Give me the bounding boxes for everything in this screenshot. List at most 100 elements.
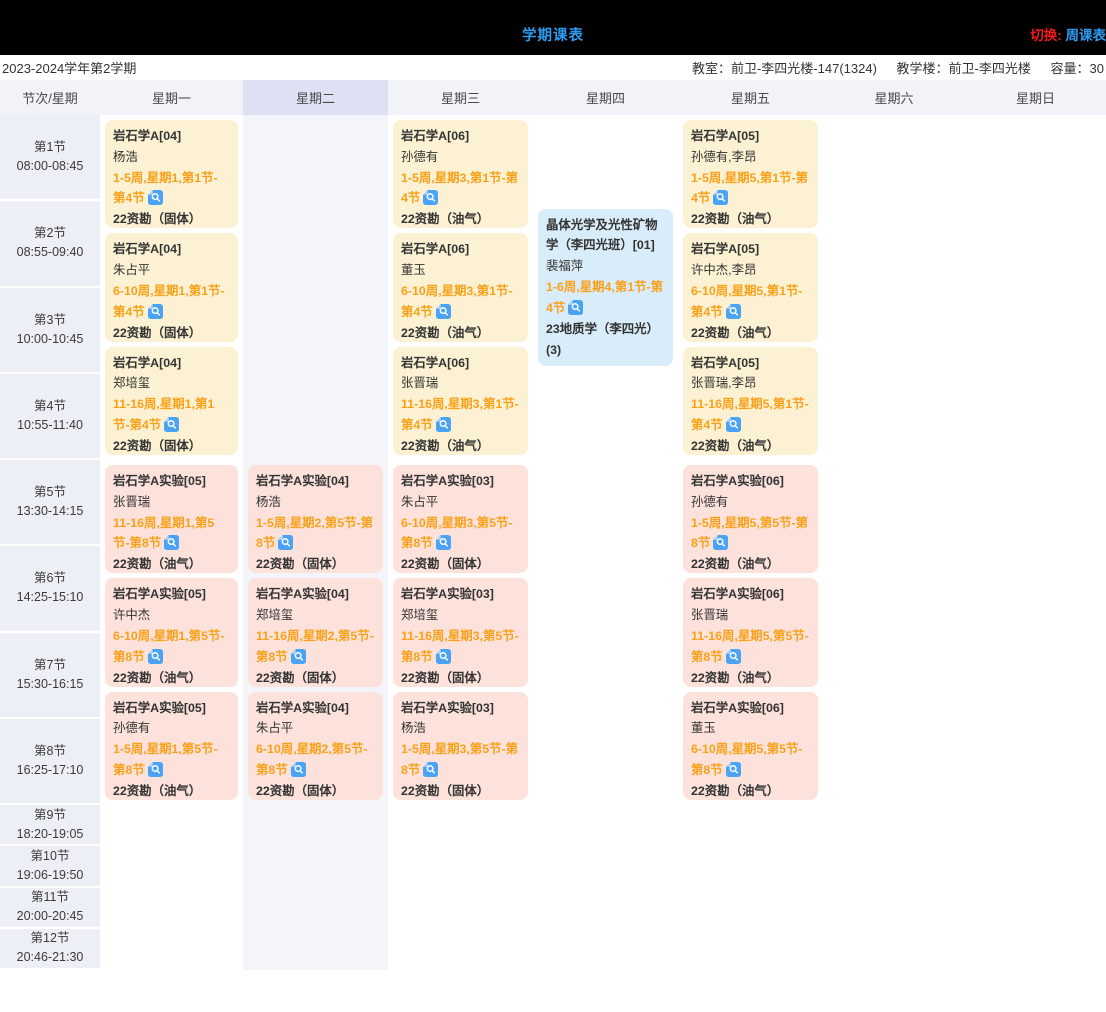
schedule-table: 节次/星期 星期一 星期二 星期三 星期四 星期五 星期六 星期日 第1节08:… (0, 80, 1106, 970)
course-class: 22资勘（油气）02(22) (401, 436, 520, 455)
course-schedule: 11-16周,星期1,第5节-第8节 (113, 513, 230, 555)
course-schedule: 6-10周,星期1,第1节-第4节 (113, 281, 230, 323)
course-card[interactable]: 岩石学A实验[04] 朱占平 6-10周,星期2,第5节-第8节 22资勘（固体… (248, 692, 383, 800)
course-schedule-text: 1-5周,星期1,第5节-第8节 (113, 742, 218, 777)
course-title: 岩石学A[06] (401, 239, 520, 260)
course-teacher: 杨浩 (113, 147, 230, 168)
course-card[interactable]: 岩石学A实验[05] 许中杰 6-10周,星期1,第5节-第8节 22资勘（油气… (105, 578, 238, 686)
course-card[interactable]: 岩石学A实验[04] 郑培玺 11-16周,星期2,第5节-第8节 22资勘（固… (248, 578, 383, 686)
magnifier-icon[interactable] (148, 649, 163, 664)
course-card[interactable]: 岩石学A实验[03] 杨浩 1-5周,星期3,第5节-第8节 22资勘（固体）0… (393, 692, 528, 800)
course-schedule-text: 1-5周,星期3,第1节-第4节 (401, 171, 518, 206)
period-name: 第9节 (34, 806, 66, 825)
course-card[interactable]: 岩石学A实验[06] 董玉 6-10周,星期5,第5节-第8节 22资勘（油气）… (683, 692, 818, 800)
magnifier-icon[interactable] (436, 649, 451, 664)
period-time: 14:25-15:10 (17, 588, 84, 607)
course-title: 岩石学A[05] (691, 353, 810, 374)
magnifier-icon[interactable] (713, 190, 728, 205)
magnifier-icon[interactable] (423, 762, 438, 777)
course-schedule-text: 11-16周,星期2,第5节-第8节 (256, 629, 374, 664)
course-teacher: 张晋瑞 (113, 492, 230, 513)
course-card[interactable]: 岩石学A实验[05] 孙德有 1-5周,星期1,第5节-第8节 22资勘（油气）… (105, 692, 238, 800)
term-info-bar: 2023-2024学年第2学期 教室：前卫-李四光楼-147(1324) 教学楼… (0, 55, 1106, 80)
course-schedule: 1-5周,星期1,第5节-第8节 (113, 739, 230, 781)
course-teacher: 朱占平 (113, 260, 230, 281)
magnifier-icon[interactable] (291, 762, 306, 777)
period-name: 第6节 (34, 569, 66, 588)
course-card[interactable]: 岩石学A[04] 郑培玺 11-16周,星期1,第1节-第4节 22资勘（固体）… (105, 347, 238, 455)
course-schedule: 6-10周,星期1,第5节-第8节 (113, 626, 230, 668)
magnifier-icon[interactable] (164, 417, 179, 432)
course-title: 岩石学A[06] (401, 353, 520, 374)
course-card[interactable]: 岩石学A[05] 张晋瑞,李昂 11-16周,星期5,第1节-第4节 22资勘（… (683, 347, 818, 455)
course-schedule-text: 6-10周,星期5,第5节-第8节 (691, 742, 803, 777)
course-card[interactable]: 岩石学A实验[05] 张晋瑞 11-16周,星期1,第5节-第8节 22资勘（油… (105, 465, 238, 573)
course-schedule: 6-10周,星期3,第5节-第8节 (401, 513, 520, 555)
room-value: 前卫-李四光楼-147(1324) (731, 61, 877, 76)
magnifier-icon[interactable] (568, 300, 583, 315)
course-teacher: 裴福萍 (546, 256, 665, 277)
course-title: 岩石学A实验[05] (113, 584, 230, 605)
magnifier-icon[interactable] (278, 535, 293, 550)
course-card[interactable]: 岩石学A[05] 孙德有,李昂 1-5周,星期5,第1节-第4节 22资勘（油气… (683, 120, 818, 228)
course-schedule: 11-16周,星期3,第5节-第8节 (401, 626, 520, 668)
course-card[interactable]: 岩石学A[06] 董玉 6-10周,星期3,第1节-第4节 22资勘（油气）02… (393, 233, 528, 341)
capacity-value: 30 (1090, 61, 1104, 76)
course-card[interactable]: 岩石学A[06] 孙德有 1-5周,星期3,第1节-第4节 22资勘（油气）02… (393, 120, 528, 228)
magnifier-icon[interactable] (291, 649, 306, 664)
app-header: 学期课表 切换: 周课表 (0, 0, 1106, 55)
magnifier-icon[interactable] (148, 762, 163, 777)
period-name: 第8节 (34, 742, 66, 761)
course-card[interactable]: 岩石学A实验[04] 杨浩 1-5周,星期2,第5节-第8节 22资勘（固体）0… (248, 465, 383, 573)
period-name: 第11节 (31, 888, 69, 907)
course-card[interactable]: 岩石学A[04] 杨浩 1-5周,星期1,第1节-第4节 22资勘（固体）02(… (105, 120, 238, 228)
slot-fri-afternoon: 岩石学A实验[06] 孙德有 1-5周,星期5,第5节-第8节 22资勘（油气）… (678, 460, 823, 805)
course-schedule: 11-16周,星期5,第5节-第8节 (691, 626, 810, 668)
period-time: 16:25-17:10 (17, 761, 84, 780)
course-teacher: 张晋瑞 (691, 605, 810, 626)
magnifier-icon[interactable] (164, 535, 179, 550)
magnifier-icon[interactable] (423, 190, 438, 205)
course-card[interactable]: 岩石学A实验[06] 张晋瑞 11-16周,星期5,第5节-第8节 22资勘（油… (683, 578, 818, 686)
course-class: 22资勘（固体）01(22) (401, 781, 520, 800)
magnifier-icon[interactable] (436, 417, 451, 432)
day-header-wed: 星期三 (388, 80, 533, 115)
course-title: 岩石学A[06] (401, 126, 520, 147)
course-class: 22资勘（固体）02(22) (113, 323, 230, 342)
magnifier-icon[interactable] (726, 304, 741, 319)
period-name: 第10节 (31, 847, 70, 866)
course-card[interactable]: 岩石学A[05] 许中杰,李昂 6-10周,星期5,第1节-第4节 22资勘（油… (683, 233, 818, 341)
course-card[interactable]: 晶体光学及光性矿物学（李四光班）[01] 裴福萍 1-6周,星期4,第1节-第4… (538, 209, 673, 367)
course-class: 23地质学（李四光）(3) (546, 319, 665, 361)
course-teacher: 孙德有,李昂 (691, 147, 810, 168)
course-schedule-text: 6-10周,星期3,第5节-第8节 (401, 516, 513, 551)
course-card[interactable]: 岩石学A实验[06] 孙德有 1-5周,星期5,第5节-第8节 22资勘（油气）… (683, 465, 818, 573)
period-name: 第1节 (34, 138, 66, 157)
course-card[interactable]: 岩石学A实验[03] 郑培玺 11-16周,星期3,第5节-第8节 22资勘（固… (393, 578, 528, 686)
magnifier-icon[interactable] (436, 304, 451, 319)
magnifier-icon[interactable] (726, 649, 741, 664)
course-class: 22资勘（油气）02(22) (691, 668, 810, 687)
day-header-sun: 星期日 (965, 80, 1106, 115)
magnifier-icon[interactable] (726, 417, 741, 432)
course-title: 岩石学A实验[04] (256, 471, 375, 492)
course-card[interactable]: 岩石学A实验[03] 朱占平 6-10周,星期3,第5节-第8节 22资勘（固体… (393, 465, 528, 573)
day-header-tue: 星期二 (243, 80, 388, 115)
magnifier-icon[interactable] (726, 762, 741, 777)
period-time: 19:06-19:50 (17, 866, 84, 885)
slot-wed-afternoon: 岩石学A实验[03] 朱占平 6-10周,星期3,第5节-第8节 22资勘（固体… (388, 460, 533, 805)
course-schedule: 11-16周,星期2,第5节-第8节 (256, 626, 375, 668)
period-cell-11: 第11节20:00-20:45 (0, 888, 100, 929)
course-card[interactable]: 岩石学A[06] 张晋瑞 11-16周,星期3,第1节-第4节 22资勘（油气）… (393, 347, 528, 455)
building-value: 前卫-李四光楼 (949, 61, 1031, 76)
slot-thu-morning: 晶体光学及光性矿物学（李四光班）[01] 裴福萍 1-6周,星期4,第1节-第4… (533, 115, 678, 460)
course-teacher: 杨浩 (256, 492, 375, 513)
week-view-link[interactable]: 周课表 (1066, 28, 1106, 43)
period-name: 第12节 (31, 929, 70, 948)
period-name: 第7节 (34, 656, 66, 675)
magnifier-icon[interactable] (436, 535, 451, 550)
magnifier-icon[interactable] (713, 535, 728, 550)
magnifier-icon[interactable] (148, 190, 163, 205)
magnifier-icon[interactable] (148, 304, 163, 319)
course-card[interactable]: 岩石学A[04] 朱占平 6-10周,星期1,第1节-第4节 22资勘（固体）0… (105, 233, 238, 341)
